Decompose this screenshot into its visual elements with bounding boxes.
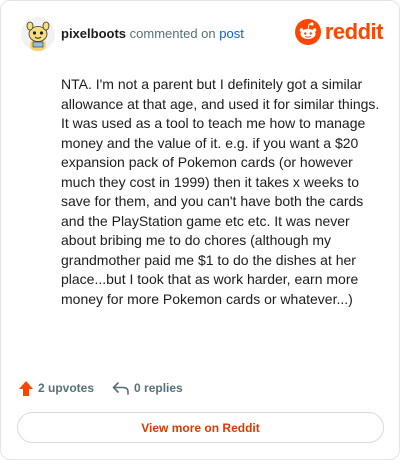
byline-action-text: commented on — [129, 26, 216, 41]
comment-stats: 2 upvotes 0 replies — [18, 377, 183, 399]
reply-arrow-icon — [112, 382, 129, 395]
username-link[interactable]: pixelboots — [61, 26, 126, 41]
comment-byline: pixelboots commented on post — [61, 25, 244, 42]
view-more-button[interactable]: View more on Reddit — [17, 412, 384, 443]
reddit-wordmark: reddit — [324, 19, 384, 44]
embedded-comment-card: pixelboots commented on post reddit NTA.… — [0, 0, 400, 460]
user-avatar[interactable] — [21, 17, 55, 51]
comment-body-text: NTA. I'm not a parent but I definitely g… — [61, 76, 380, 307]
comment-header: pixelboots commented on post reddit — [21, 17, 384, 51]
reply-stat[interactable]: 0 replies — [112, 381, 183, 395]
reddit-snoo-icon — [294, 19, 321, 45]
upvote-arrow-icon — [19, 380, 33, 396]
reply-count: 0 replies — [134, 381, 183, 395]
reddit-logo[interactable]: reddit — [294, 17, 384, 47]
upvote-stat[interactable]: 2 upvotes — [18, 380, 94, 397]
post-link[interactable]: post — [219, 26, 244, 41]
snoo-avatar-icon — [21, 17, 55, 51]
upvote-count: 2 upvotes — [38, 381, 95, 395]
